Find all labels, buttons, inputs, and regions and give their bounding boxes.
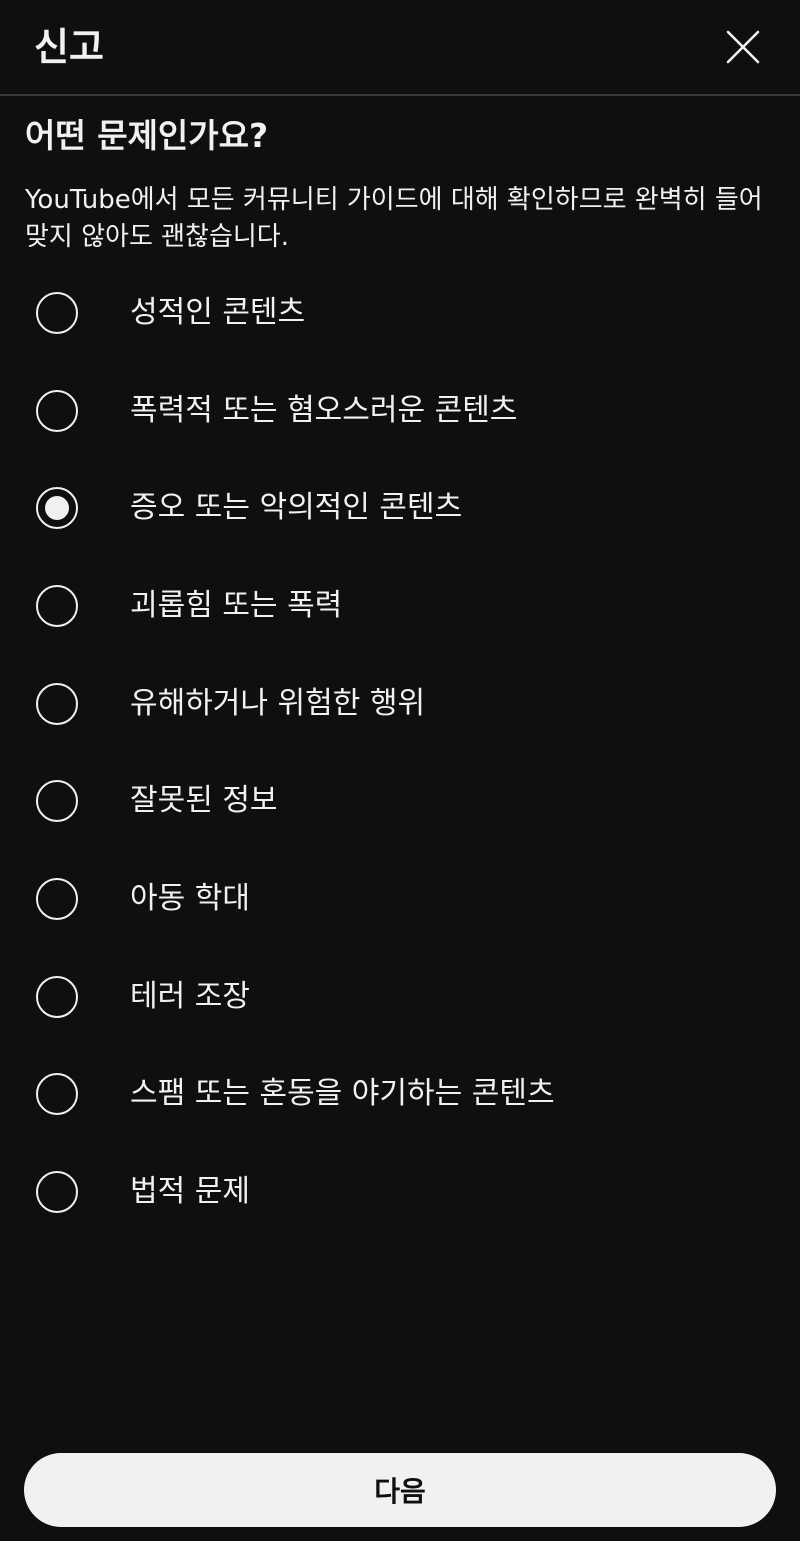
question-heading: 어떤 문제인가요?	[25, 116, 269, 155]
option-sexual-content[interactable]: 성적인 콘텐츠	[0, 273, 800, 353]
dialog-title: 신고	[34, 25, 104, 69]
option-label: 아동 학대	[130, 881, 250, 916]
radio-button[interactable]	[36, 1073, 78, 1115]
radio-button[interactable]	[36, 390, 78, 432]
option-violent-repulsive-content[interactable]: 폭력적 또는 혐오스러운 콘텐츠	[0, 371, 800, 451]
option-label: 성적인 콘텐츠	[130, 295, 306, 330]
option-hateful-abusive-content[interactable]: 증오 또는 악의적인 콘텐츠	[0, 468, 800, 548]
next-button[interactable]: 다음	[24, 1453, 776, 1527]
option-label: 괴롭힘 또는 폭력	[130, 588, 343, 623]
option-label: 잘못된 정보	[130, 783, 278, 818]
option-label: 폭력적 또는 혐오스러운 콘텐츠	[130, 393, 518, 428]
radio-button[interactable]	[36, 878, 78, 920]
dialog-header: 신고	[0, 0, 800, 96]
option-spam-misleading[interactable]: 스팸 또는 혼동을 야기하는 콘텐츠	[0, 1054, 800, 1134]
option-harmful-dangerous-acts[interactable]: 유해하거나 위험한 행위	[0, 664, 800, 744]
option-misinformation[interactable]: 잘못된 정보	[0, 761, 800, 841]
radio-button[interactable]	[36, 487, 78, 529]
option-label: 테러 조장	[130, 979, 250, 1014]
radio-button[interactable]	[36, 292, 78, 334]
option-child-abuse[interactable]: 아동 학대	[0, 859, 800, 939]
radio-button[interactable]	[36, 780, 78, 822]
close-button[interactable]	[718, 22, 768, 72]
option-promotes-terrorism[interactable]: 테러 조장	[0, 957, 800, 1037]
radio-button[interactable]	[36, 976, 78, 1018]
option-legal-issue[interactable]: 법적 문제	[0, 1152, 800, 1232]
report-dialog: 신고 어떤 문제인가요? YouTube에서 모든 커뮤니티 가이드에 대해 확…	[0, 0, 800, 1541]
option-harassment-bullying[interactable]: 괴롭힘 또는 폭력	[0, 566, 800, 646]
radio-button[interactable]	[36, 585, 78, 627]
option-label: 법적 문제	[130, 1174, 250, 1209]
option-label: 증오 또는 악의적인 콘텐츠	[130, 490, 463, 525]
radio-button[interactable]	[36, 1171, 78, 1213]
close-icon	[726, 30, 760, 64]
option-label: 유해하거나 위험한 행위	[130, 686, 426, 721]
radio-selected-dot	[45, 496, 69, 520]
option-label: 스팸 또는 혼동을 야기하는 콘텐츠	[130, 1076, 555, 1111]
radio-button[interactable]	[36, 683, 78, 725]
description-text: YouTube에서 모든 커뮤니티 가이드에 대해 확인하므로 완벽히 들어맞지…	[25, 185, 763, 252]
